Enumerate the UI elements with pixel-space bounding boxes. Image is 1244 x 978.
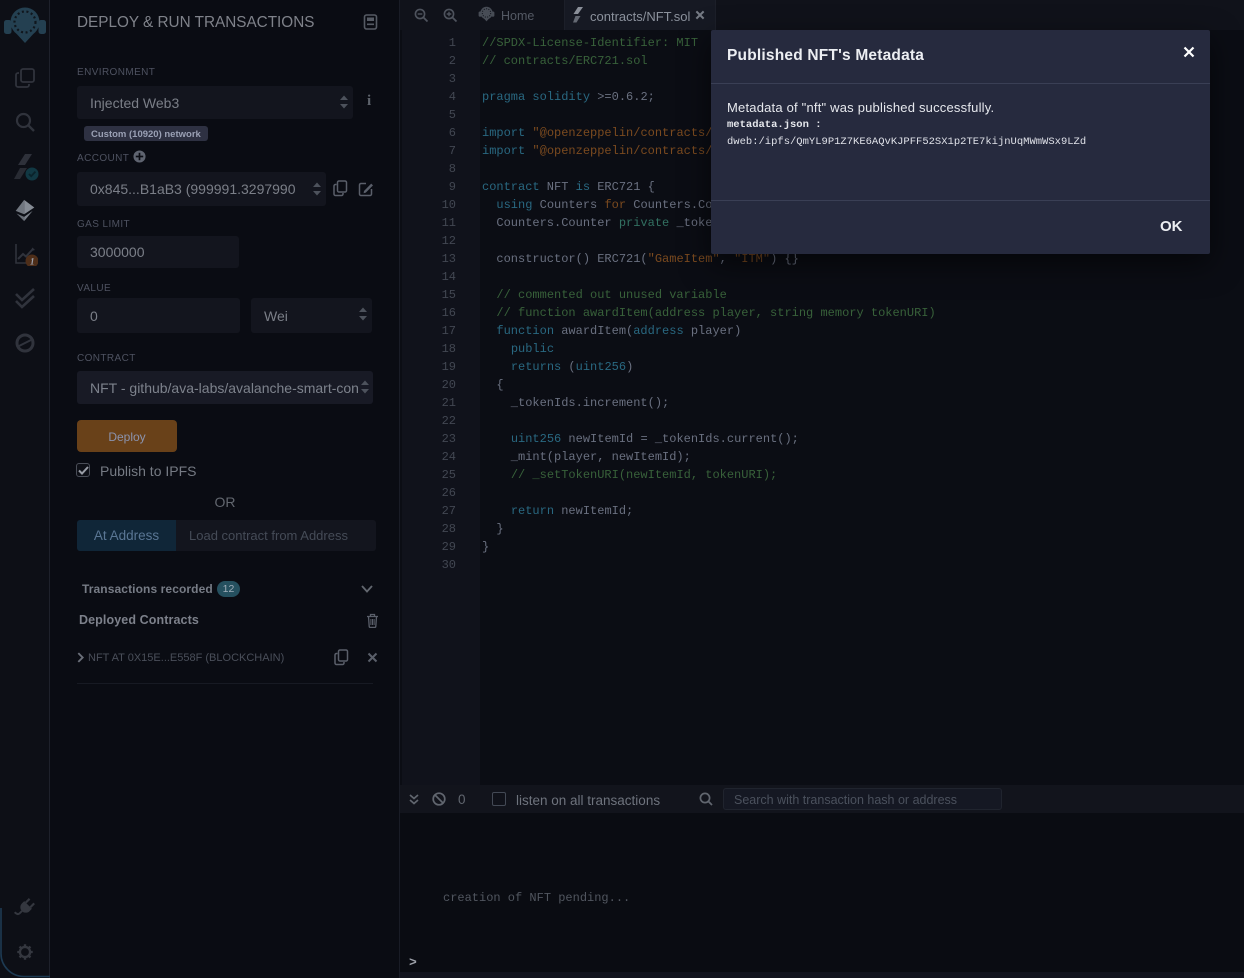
svg-text:1: 1 — [30, 257, 35, 267]
